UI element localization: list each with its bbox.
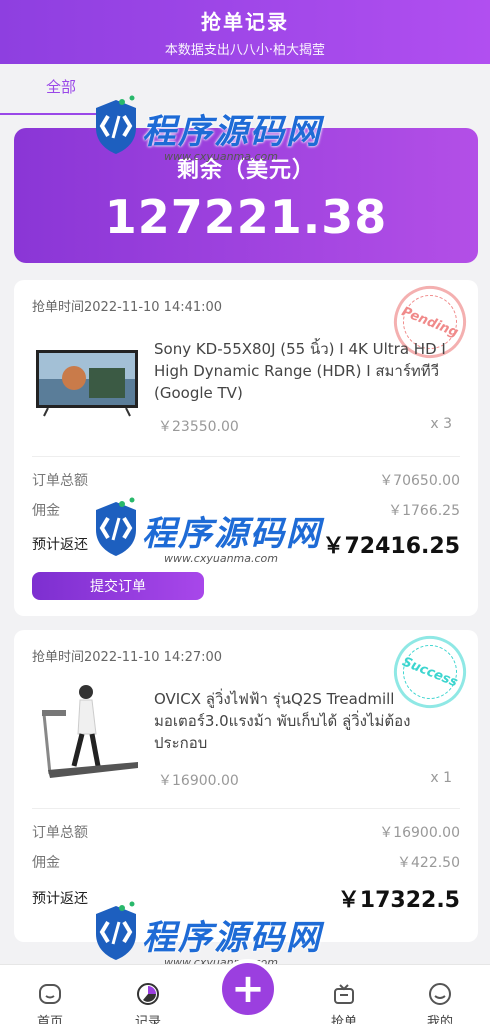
grab-icon [334,984,354,1004]
balance-label: 剩余（美元） [176,158,315,183]
nav-home[interactable]: 首页 [20,981,80,1024]
product-price: ￥16900.00 [158,773,239,789]
expected-return-label: 预计返还 [32,537,88,553]
nav-home-label: 首页 [36,1015,63,1024]
commission-label: 佣金 [32,855,60,871]
expected-return-label: 预计返还 [32,891,88,907]
order-total-label: 订单总额 [32,825,88,841]
order-card: 抢单时间2022-11-10 14:41:00 Pending Sony KD-… [14,275,478,616]
page-title: 抢单记录 [201,10,289,34]
product-price: ￥23550.00 [158,419,239,435]
order-total-value: ￥16900.00 [379,825,460,841]
nav-grab[interactable]: 抢单 [314,981,374,1024]
order-total-value: ￥70650.00 [379,473,460,489]
bottom-nav: 首页 记录 + 抢单 我的 [0,959,490,1024]
product-name[interactable]: OVICX ลู่วิ่งไฟฟ้า รุ่นQ2S Treadmill มอเ… [154,688,454,754]
submit-order-button[interactable]: 提交订单 [32,572,204,600]
treadmill-product-image [34,678,140,788]
order-card: 抢单时间2022-11-10 14:27:00 Success OVICX ลู… [14,625,478,942]
product-qty: x 3 [430,416,452,432]
add-order-button[interactable]: + [218,959,278,1019]
commission-value: ￥422.50 [397,855,460,871]
tab-active-indicator [0,113,120,115]
nav-grab-label: 抢单 [330,1015,357,1024]
nav-mine-label: 我的 [426,1015,453,1024]
expected-return-value: ￥17322.5 [337,888,460,913]
divider [32,808,460,809]
tab-all[interactable]: 全部 [46,76,76,97]
balance-value: 127221.38 [104,190,388,244]
divider [32,456,460,457]
tv-product-image [36,350,138,417]
home-icon [39,984,61,1004]
page-subtitle: 本数据支出八八小·柏大揭莹 [164,43,326,58]
product-qty: x 1 [430,770,452,786]
commission-value: ￥1766.25 [388,503,460,519]
order-time: 抢单时间2022-11-10 14:27:00 [32,650,223,665]
balance-card: 剩余（美元） 127221.38 [14,128,478,263]
tab-bar: 全部 [0,64,490,116]
product-name[interactable]: Sony KD-55X80J (55 นิ้ว) I 4K Ultra HD I… [154,338,454,404]
nav-mine[interactable]: 我的 [410,981,470,1024]
order-total-label: 订单总额 [32,473,88,489]
commission-label: 佣金 [32,503,60,519]
order-time: 抢单时间2022-11-10 14:41:00 [32,300,223,315]
profile-icon [429,983,451,1005]
page-header: 抢单记录 本数据支出八八小·柏大揭莹 [0,0,490,64]
records-icon [137,983,159,1005]
nav-records-label: 记录 [134,1015,161,1024]
expected-return-value: ￥72416.25 [322,534,460,559]
nav-records[interactable]: 记录 [118,981,178,1024]
